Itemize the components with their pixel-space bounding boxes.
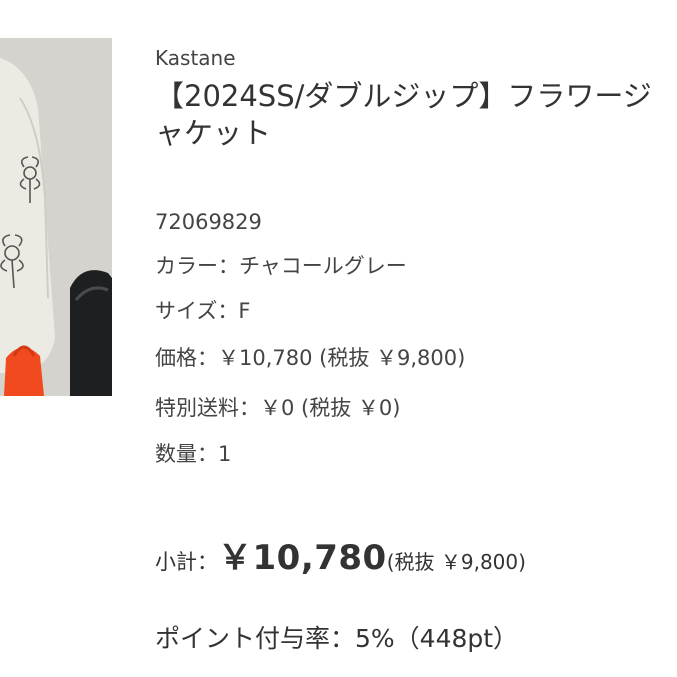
subtotal-label: 小計： [155, 550, 218, 574]
product-color: カラー：チャコールグレー [155, 254, 407, 278]
subtotal: 小計：￥10,780(税抜 ￥9,800) [155, 530, 526, 579]
product-photo-illustration [0, 38, 112, 396]
product-sku: 72069829 [155, 210, 262, 234]
shipping-fee: 特別送料：￥0 (税抜 ￥0) [155, 396, 401, 420]
product-price: 価格：￥10,780 (税抜 ￥9,800) [155, 346, 466, 370]
product-thumbnail[interactable] [0, 38, 112, 396]
subtotal-tax: (税抜 ￥9,800) [386, 550, 526, 574]
subtotal-price: ￥10,780 [218, 538, 387, 578]
brand-name[interactable]: Kastane [155, 46, 236, 70]
product-quantity: 数量：1 [155, 442, 232, 466]
point-rate: ポイント付与率：5%（448pt） [155, 624, 519, 653]
product-title[interactable]: 【2024SS/ダブルジップ】フラワージャケット [155, 78, 677, 158]
product-size: サイズ：F [155, 299, 251, 323]
